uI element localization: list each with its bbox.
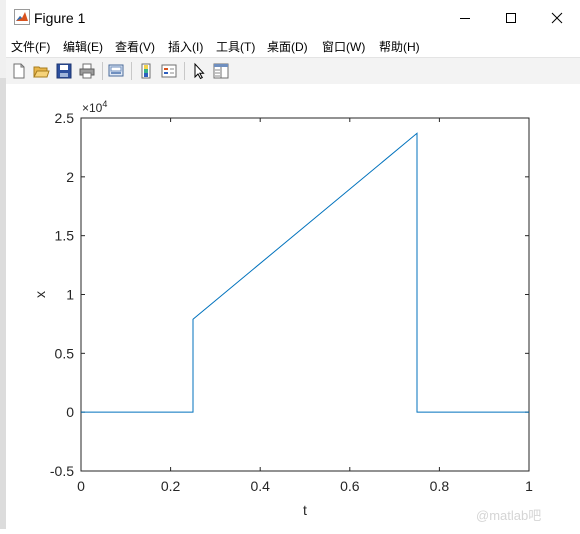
- watermark: @matlab吧: [476, 505, 541, 524]
- x-tick-label: 0.8: [430, 478, 450, 494]
- insert-colorbar-icon[interactable]: [137, 62, 155, 80]
- close-icon: [551, 12, 563, 24]
- figure-toolbar: [6, 57, 580, 85]
- exponent-label: ×104: [82, 99, 107, 115]
- close-button[interactable]: [534, 0, 580, 36]
- menu-insert[interactable]: 插入(I): [168, 38, 203, 55]
- axes-box[interactable]: [81, 118, 529, 471]
- minimize-icon: [459, 12, 471, 24]
- toolbar-separator: [102, 62, 103, 80]
- insert-legend-icon[interactable]: [160, 62, 178, 80]
- x-tick-label: 0.4: [250, 478, 270, 494]
- edit-plot-cursor-icon[interactable]: [190, 62, 208, 80]
- x-tick-label: 0.6: [340, 478, 360, 494]
- menu-help[interactable]: 帮助(H): [379, 38, 420, 55]
- save-icon[interactable]: [55, 62, 73, 80]
- maximize-button[interactable]: [488, 0, 534, 36]
- x-tick-label: 1: [525, 478, 533, 494]
- matlab-icon: [14, 9, 30, 25]
- window-title: Figure 1: [34, 10, 85, 26]
- menu-desktop[interactable]: 桌面(D): [267, 38, 308, 55]
- y-tick-label: 0.5: [55, 345, 75, 361]
- menu-file[interactable]: 文件(F): [11, 38, 50, 55]
- maximize-icon: [505, 12, 517, 24]
- menu-window[interactable]: 窗口(W): [322, 38, 365, 55]
- plot-area[interactable]: 00.20.40.60.81-0.500.511.522.5 ×104 t x: [6, 84, 580, 529]
- x-tick-label: 0: [77, 478, 85, 494]
- y-tick-label: 1: [66, 287, 74, 303]
- x-axis-label: t: [303, 502, 307, 518]
- menu-bar: 文件(F) 编辑(E) 查看(V) 插入(I) 工具(T) 桌面(D) 窗口(W…: [6, 36, 580, 56]
- x-tick-label: 0.2: [161, 478, 181, 494]
- figure-canvas[interactable]: 00.20.40.60.81-0.500.511.522.5 ×104 t x: [6, 84, 580, 529]
- new-figure-icon[interactable]: [10, 62, 28, 80]
- print-icon[interactable]: [78, 62, 96, 80]
- link-plot-icon[interactable]: [107, 62, 125, 80]
- menu-edit[interactable]: 编辑(E): [63, 38, 103, 55]
- title-bar[interactable]: Figure 1: [6, 0, 580, 36]
- y-tick-label: 2: [66, 169, 74, 185]
- y-tick-label: 2.5: [55, 110, 75, 126]
- toolbar-separator: [131, 62, 132, 80]
- figure-window: Figure 1 文件(F) 编辑(E) 查看(V) 插入(I) 工具(T) 桌…: [6, 0, 580, 529]
- y-tick-label: -0.5: [50, 463, 74, 479]
- open-file-icon[interactable]: [32, 62, 50, 80]
- menu-view[interactable]: 查看(V): [115, 38, 155, 55]
- menu-tools[interactable]: 工具(T): [216, 38, 255, 55]
- toolbar-separator: [184, 62, 185, 80]
- y-axis-label: x: [32, 291, 48, 298]
- y-tick-label: 1.5: [55, 228, 75, 244]
- property-inspector-icon[interactable]: [212, 62, 230, 80]
- y-tick-label: 0: [66, 404, 74, 420]
- minimize-button[interactable]: [442, 0, 488, 36]
